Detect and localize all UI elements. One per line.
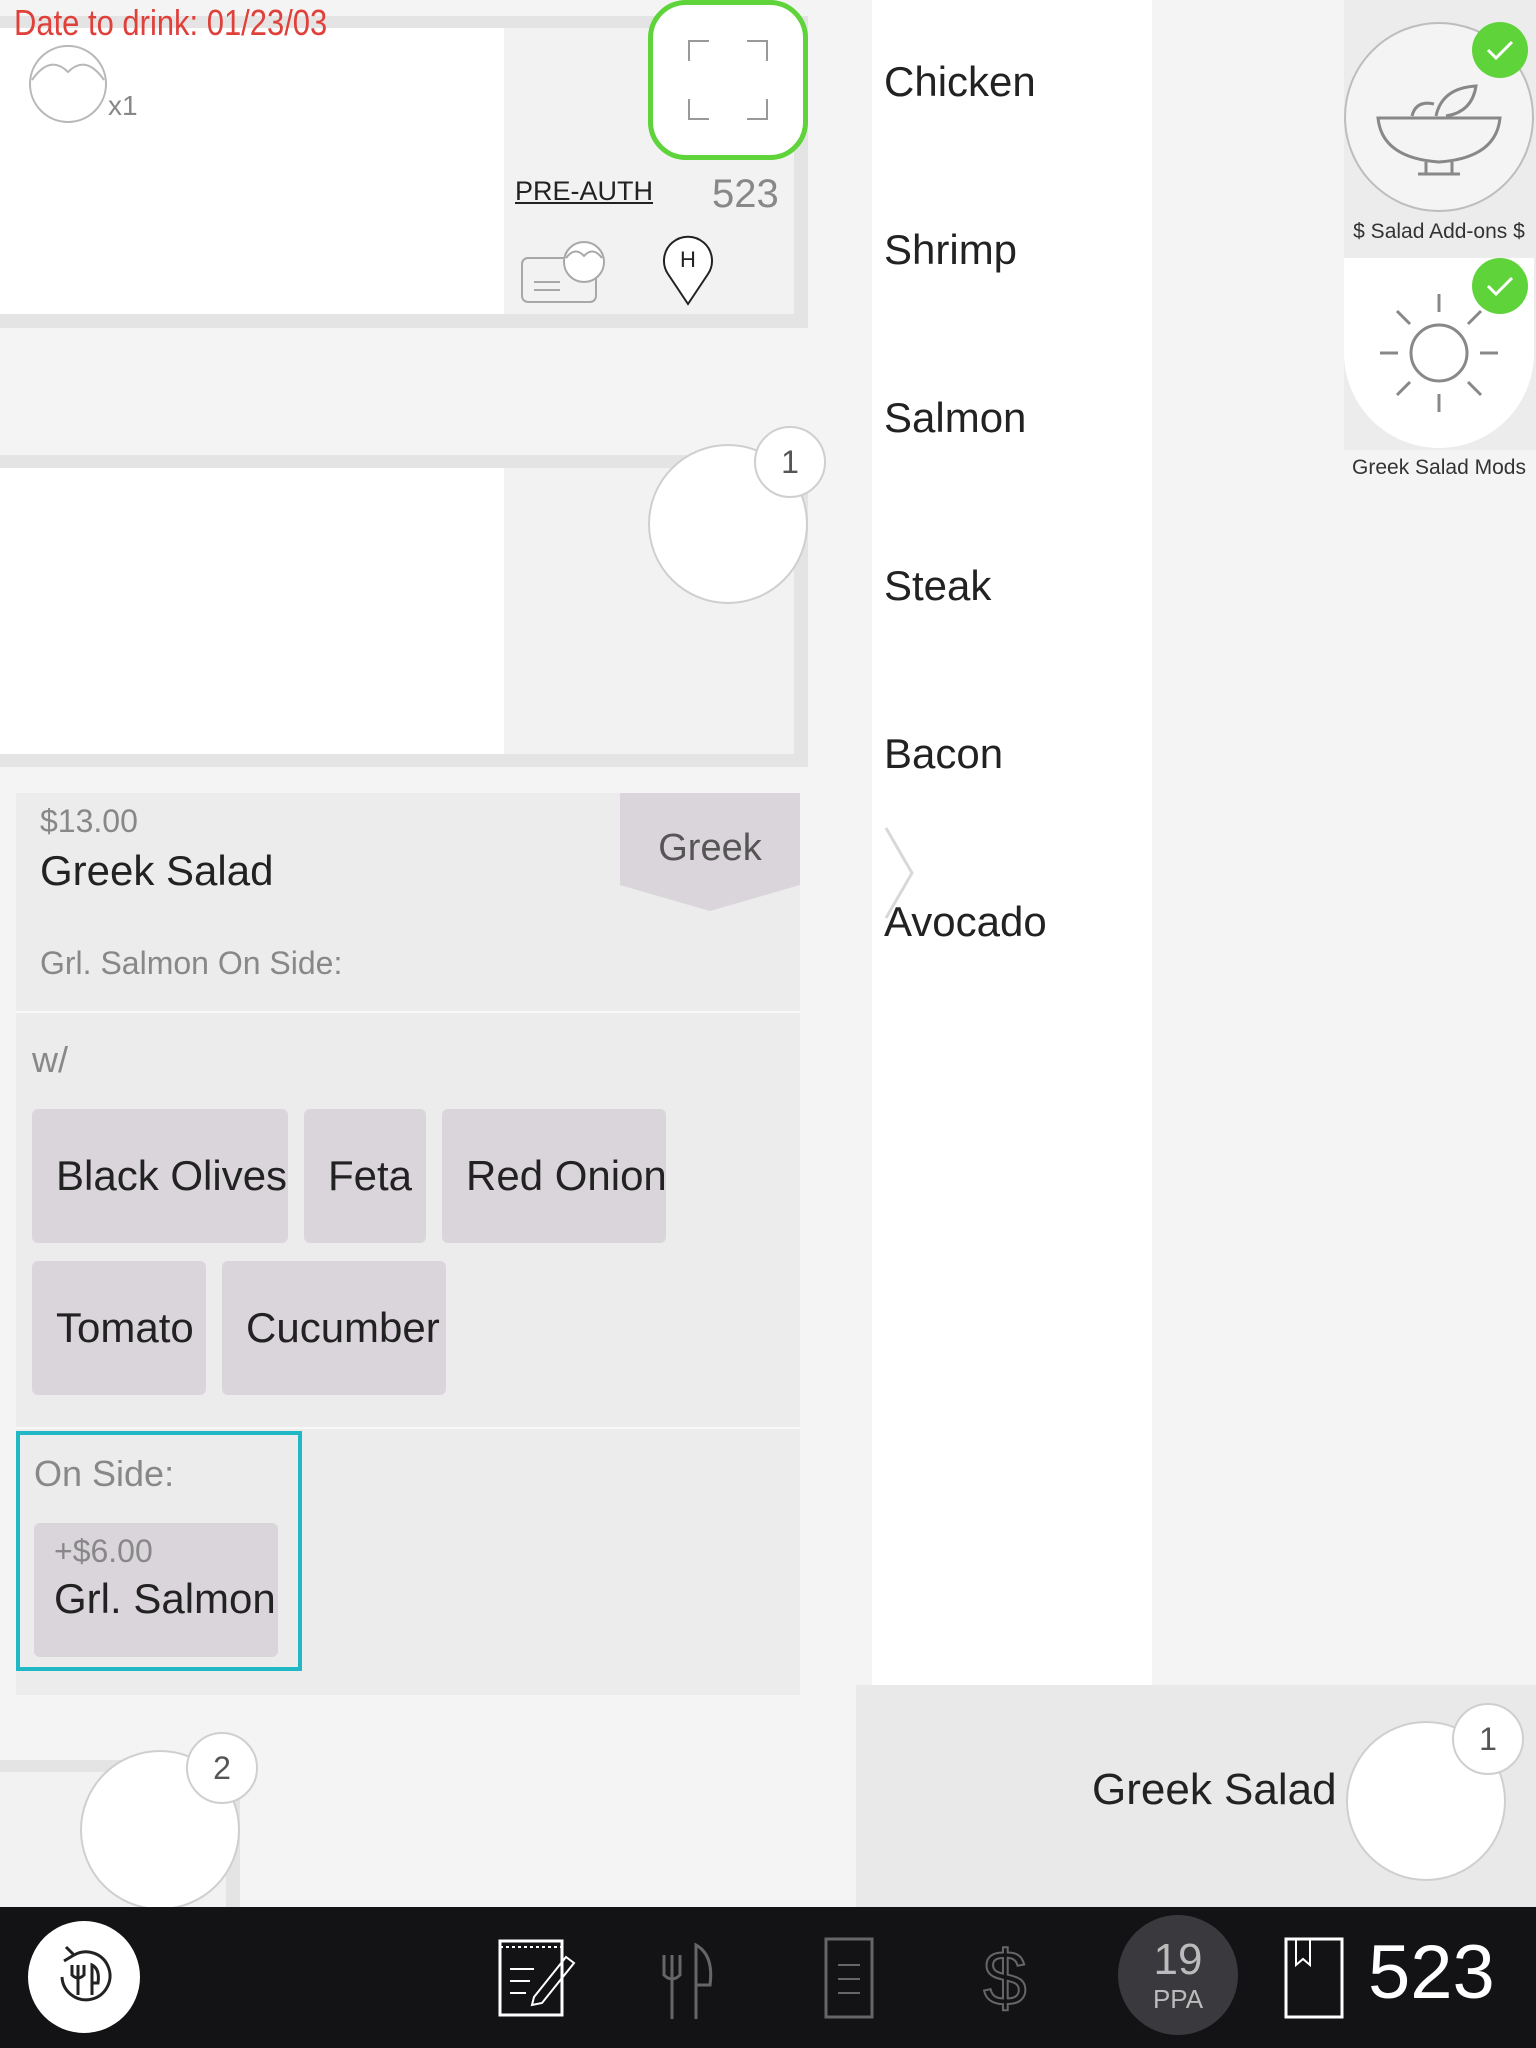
ppa-value: 19 — [1153, 1935, 1203, 1984]
notes-button[interactable] — [490, 1935, 580, 2021]
on-side-section[interactable]: On Side: +$6.00 Grl. Salmon — [16, 1431, 302, 1671]
modifier-chip-tomato[interactable]: Tomato — [32, 1261, 206, 1395]
category-label: $ Salad Add-ons $ — [1353, 220, 1525, 243]
on-side-label: On Side: — [34, 1453, 175, 1494]
chevron-right-icon[interactable] — [882, 826, 916, 925]
seat-1-card[interactable] — [0, 468, 504, 754]
seat-2-badge: 2 — [186, 1732, 258, 1804]
on-side-item: Grl. Salmon — [54, 1575, 276, 1622]
receipt-icon — [824, 1937, 874, 2019]
modifier-option-steak[interactable]: Steak — [884, 562, 991, 610]
order-item-card[interactable]: $13.00 Greek Salad Greek Grl. Salmon On … — [16, 793, 800, 1695]
divider — [16, 1427, 800, 1429]
guest-icon — [28, 44, 112, 133]
payment-card-icon[interactable] — [520, 240, 610, 311]
svg-text:H: H — [680, 247, 696, 272]
hold-location-icon[interactable]: H — [660, 234, 716, 311]
pre-auth-link[interactable]: PRE-AUTH — [515, 176, 653, 207]
notepad-pencil-icon — [498, 1939, 576, 2017]
item-tag[interactable]: Greek — [620, 793, 800, 911]
receipt-button[interactable] — [814, 1935, 884, 2021]
bookmark-icon — [1284, 1937, 1344, 2019]
utensils-button[interactable] — [652, 1935, 722, 2021]
modifier-chip-red-onion[interactable]: Red Onion — [442, 1109, 667, 1243]
payment-button[interactable]: $ — [970, 1935, 1040, 2021]
modifier-option-shrimp[interactable]: Shrimp — [884, 226, 1017, 274]
modifier-chip-feta[interactable]: Feta — [304, 1109, 426, 1243]
svg-text:$: $ — [983, 1935, 1026, 2021]
modifier-option-chicken[interactable]: Chicken — [884, 58, 1036, 106]
footer-check-number[interactable]: 523 — [1368, 1927, 1495, 2018]
dollar-icon: $ — [982, 1935, 1027, 2021]
item-name: Greek Salad — [40, 847, 274, 894]
fork-knife-icon — [662, 1942, 713, 2019]
category-column: $ Salad Add-ons $ Greek Salad Mods — [1152, 0, 1536, 1685]
with-label: w/ — [32, 1039, 68, 1080]
scan-frame-icon — [688, 40, 768, 120]
divider — [16, 1011, 800, 1013]
check-number: 523 — [712, 172, 779, 216]
ppa-button[interactable]: 19 PPA — [1118, 1915, 1238, 2035]
modifier-option-salmon[interactable]: Salmon — [884, 394, 1026, 442]
item-tag-label: Greek — [658, 827, 762, 869]
item-price: $13.00 — [40, 803, 138, 839]
on-side-chip[interactable]: +$6.00 Grl. Salmon — [34, 1523, 278, 1657]
modifier-list: Chicken Shrimp Salmon Steak Bacon Avocad… — [872, 0, 1152, 1685]
summary-item-name: Greek Salad — [1092, 1765, 1337, 1814]
on-side-price: +$6.00 — [54, 1533, 153, 1569]
bookmark-button[interactable] — [1282, 1935, 1346, 2021]
footer-toolbar: $ 19 PPA 523 — [0, 1907, 1536, 2048]
ppa-label: PPA — [1152, 1984, 1204, 2014]
check-icon — [1472, 258, 1528, 314]
category-label: Greek Salad Mods — [1352, 456, 1526, 479]
modifier-chip-cucumber[interactable]: Cucumber — [222, 1261, 446, 1395]
scan-button[interactable] — [648, 0, 808, 160]
item-note: Grl. Salmon On Side: — [40, 945, 343, 981]
modifier-option-bacon[interactable]: Bacon — [884, 730, 1003, 778]
current-item-summary[interactable]: Greek Salad 1 — [856, 1685, 1536, 1907]
check-icon — [1472, 22, 1528, 78]
date-to-drink-alert: Date to drink: 01/23/03 — [14, 2, 328, 43]
summary-seat-badge: 1 — [1452, 1703, 1524, 1775]
undo-utensils-button[interactable] — [28, 1921, 140, 2033]
modifier-chip-black-olives[interactable]: Black Olives — [32, 1109, 288, 1243]
undo-utensils-icon — [60, 1945, 112, 2002]
seat-1-badge: 1 — [754, 426, 826, 498]
guest-count: x1 — [108, 90, 138, 121]
